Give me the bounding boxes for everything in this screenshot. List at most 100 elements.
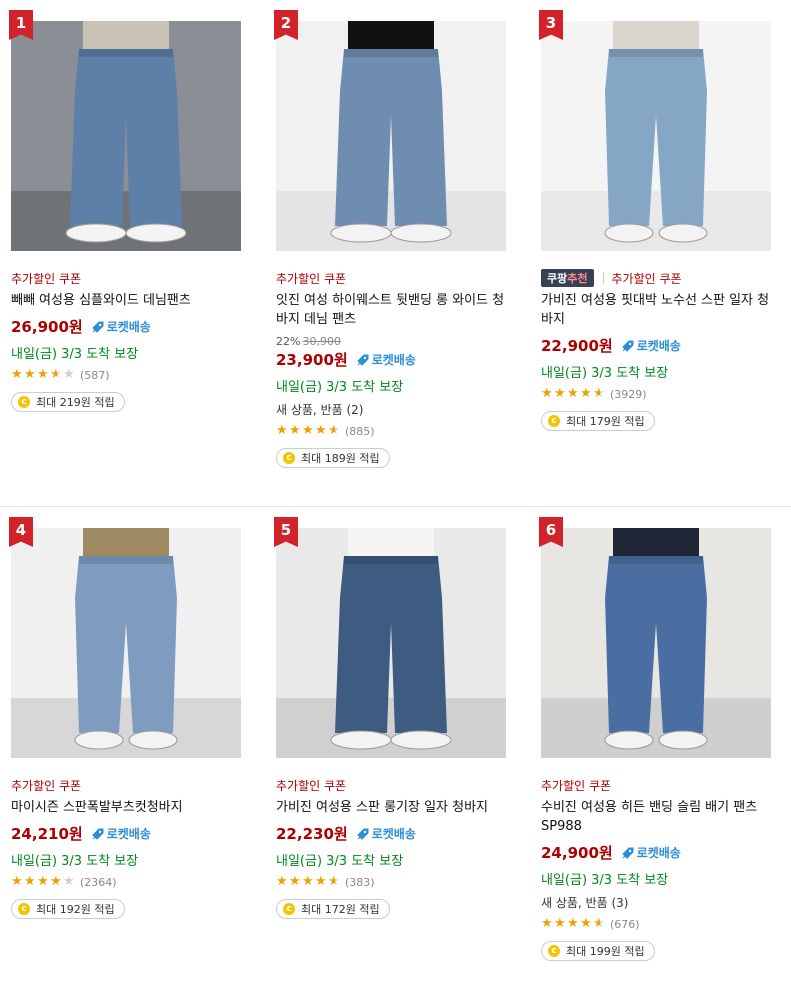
star-icon: ★ [63, 367, 75, 382]
reward-label: 최대 179원 적립 [566, 415, 645, 428]
coupon-label: 추가할인 쿠폰 [611, 271, 682, 286]
badge-line: 추가할인 쿠폰 [11, 269, 243, 287]
rating-line: ★ ★ ★ ★ ★ (2364) [11, 875, 243, 889]
product-name[interactable]: 가비진 여성용 스판 롱기장 일자 청바지 [276, 798, 506, 817]
star-icon: ★ [24, 874, 36, 889]
star-icon: ★ [289, 874, 301, 889]
arrival-guarantee: 내일(금) 3/3 도착 보장 [276, 854, 404, 869]
reward-label: 최대 219원 적립 [36, 396, 115, 409]
product-grid: 1 추가할인 쿠폰 빼빼 여성용 심플와이드 데님팬츠 26,900원 로켓배송 내일(금… [0, 0, 791, 984]
rating-line: ★ ★ ★ ★ ★ (383) [276, 875, 508, 889]
product-image[interactable] [11, 21, 241, 251]
rank-badge: 1 [9, 10, 33, 42]
star-icon: ★ [593, 386, 605, 401]
discount-line: 22% 30,900 [276, 335, 508, 348]
sale-price: 24,900원 [541, 844, 613, 862]
cash-reward: c 최대 179원 적립 [541, 411, 655, 431]
star-icon: ★ [289, 423, 301, 438]
product-image[interactable] [11, 528, 241, 758]
star-icon: ★ [315, 874, 327, 889]
product-info: 추가할인 쿠폰 수비진 여성용 히든 밴딩 슬림 배기 팬츠 SP988 24,90… [541, 776, 773, 961]
star-icon: ★ [50, 367, 62, 382]
product-name[interactable]: 빼빼 여성용 심플와이드 데님팬츠 [11, 291, 241, 310]
rank-badge: 6 [539, 517, 563, 549]
product-image[interactable] [541, 528, 771, 758]
arrival-guarantee: 내일(금) 3/3 도착 보장 [541, 873, 669, 888]
product-info: 추가할인 쿠폰 마이시즌 스판폭발부츠컷청바지 24,210원 로켓배송 내일(금) 3… [11, 776, 243, 919]
review-count: (885) [345, 424, 375, 438]
bootcut-jeans-photo [11, 528, 241, 758]
rocket-label: 로켓배송 [106, 320, 151, 334]
star-icon: ★ [567, 386, 579, 401]
rank-badge: 3 [539, 10, 563, 42]
star-rating: ★ ★ ★ ★ ★ [541, 387, 606, 401]
sale-price: 23,900원 [276, 351, 348, 369]
recommend-label: 추천 [567, 272, 588, 285]
product-card[interactable]: 6 추가할인 쿠폰 수비진 여성용 히든 밴딩 슬림 배기 팬츠 SP988 24,9… [539, 517, 773, 961]
coupon-label: 추가할인 쿠폰 [276, 778, 347, 793]
product-name[interactable]: 수비진 여성용 히든 밴딩 슬림 배기 팬츠 SP988 [541, 798, 771, 836]
cash-reward: c 최대 219원 적립 [11, 392, 125, 412]
badge-line: 추가할인 쿠폰 [276, 269, 508, 287]
product-image[interactable] [276, 528, 506, 758]
long-jeans-photo [276, 528, 506, 758]
star-icon: ★ [541, 916, 553, 931]
rating-line: ★ ★ ★ ★ ★ (676) [541, 917, 773, 931]
badge-line: 추가할인 쿠폰 [11, 776, 243, 794]
rocket-delivery-badge: 로켓배송 [91, 825, 151, 842]
rocket-label: 로켓배송 [636, 846, 681, 860]
rank-badge: 2 [274, 10, 298, 42]
product-image[interactable] [541, 21, 771, 251]
star-icon: ★ [580, 386, 592, 401]
coupon-label: 추가할인 쿠폰 [276, 271, 347, 286]
rank-number: 1 [15, 14, 27, 32]
discount-rate: 22% [276, 335, 301, 348]
rating-line: ★ ★ ★ ★ ★ (885) [276, 424, 508, 438]
star-icon: ★ [580, 916, 592, 931]
wide-jeans-photo [11, 21, 241, 251]
price-line: 26,900원 로켓배송 [11, 316, 243, 337]
coin-icon: c [283, 903, 295, 915]
cash-reward: c 최대 189원 적립 [276, 448, 390, 468]
rocket-label: 로켓배송 [371, 827, 416, 841]
star-icon: ★ [554, 916, 566, 931]
product-name[interactable]: 가비진 여성용 핏대박 노수선 스판 일자 청바지 [541, 291, 771, 329]
product-card[interactable]: 2 추가할인 쿠폰잇진 여성 하이웨스트 뒷밴딩 롱 와이드 청바지 데님 팬츠 2… [274, 10, 508, 468]
star-icon: ★ [593, 916, 605, 931]
coin-icon: c [18, 396, 30, 408]
coin-icon: c [548, 945, 560, 957]
star-icon: ★ [276, 423, 288, 438]
price-line: 24,210원 로켓배송 [11, 823, 243, 844]
new-product-return: 새 상품, 반품 (3) [541, 896, 629, 910]
badge-divider [602, 272, 604, 284]
coupon-label: 추가할인 쿠폰 [11, 271, 82, 286]
product-card[interactable]: 5 추가할인 쿠폰 가비진 여성용 스판 롱기장 일자 청바지 22,230원 로켓배송… [274, 517, 508, 919]
product-name[interactable]: 마이시즌 스판폭발부츠컷청바지 [11, 798, 241, 817]
rocket-icon [356, 827, 372, 841]
baggy-jeans-photo [541, 528, 771, 758]
product-card[interactable]: 3 쿠팡 추천 추가할인 쿠폰 가비진 여성용 핏대박 노수선 스판 일자 청바지 22,… [539, 10, 773, 431]
coupon-label: 추가할인 쿠폰 [11, 778, 82, 793]
star-icon: ★ [302, 423, 314, 438]
rank-number: 6 [545, 521, 557, 539]
star-icon: ★ [567, 916, 579, 931]
rocket-delivery-badge: 로켓배송 [356, 351, 416, 368]
star-icon: ★ [37, 367, 49, 382]
rocket-icon [356, 353, 372, 367]
star-icon: ★ [11, 367, 23, 382]
badge-line: 추가할인 쿠폰 [276, 776, 508, 794]
product-image[interactable] [276, 21, 506, 251]
rocket-label: 로켓배송 [106, 827, 151, 841]
rocket-label: 로켓배송 [636, 339, 681, 353]
star-rating: ★ ★ ★ ★ ★ [11, 875, 76, 889]
product-name[interactable]: 잇진 여성 하이웨스트 뒷밴딩 롱 와이드 청바지 데님 팬츠 [276, 291, 506, 329]
cash-reward: c 최대 199원 적립 [541, 941, 655, 961]
arrival-guarantee: 내일(금) 3/3 도착 보장 [11, 347, 139, 362]
review-count: (3929) [610, 387, 647, 401]
reward-label: 최대 189원 적립 [301, 452, 380, 465]
product-card[interactable]: 1 추가할인 쿠폰빼빼 여성용 심플와이드 데님팬츠 26,900원 로켓배송내일(금… [9, 10, 243, 412]
rocket-delivery-badge: 로켓배송 [91, 318, 151, 335]
star-rating: ★ ★ ★ ★ ★ [541, 917, 606, 931]
product-card[interactable]: 4 추가할인 쿠폰 마이시즌 스판폭발부츠컷청바지 24,210원 로켓배송 내일(금) … [9, 517, 243, 919]
sale-price: 26,900원 [11, 318, 83, 336]
